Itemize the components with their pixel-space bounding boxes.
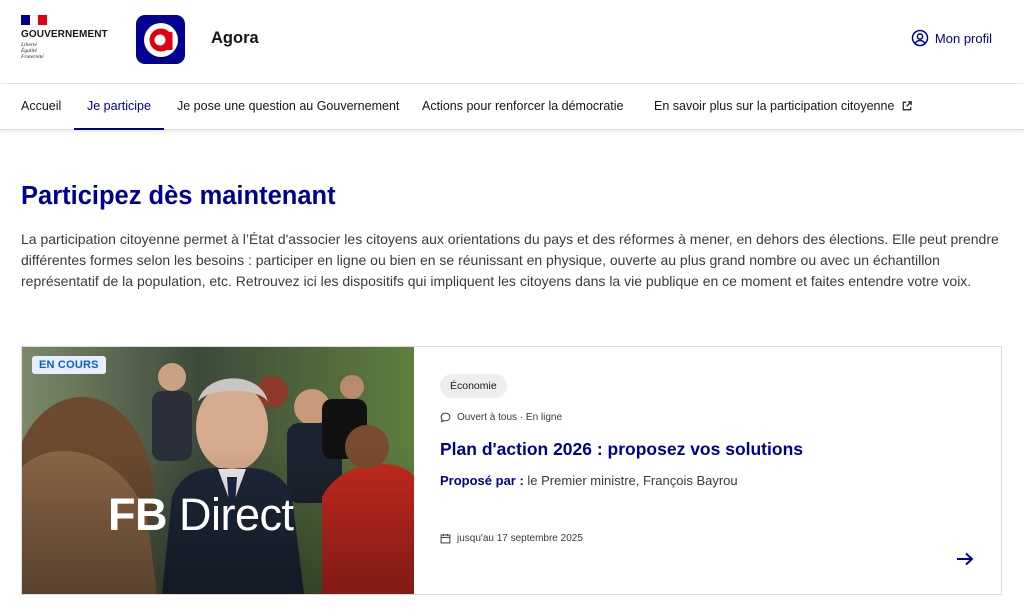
consultation-photo: EN COURS FB Direct	[22, 347, 414, 594]
proposer-value: le Premier ministre, François Bayrou	[523, 473, 738, 488]
intro-paragraph: La participation citoyenne permet à l’Ét…	[21, 231, 999, 289]
nav-item-actions-democratie[interactable]: Actions pour renforcer la démocratie	[422, 84, 623, 130]
main-navigation: Accueil Je participe Je pose une questio…	[0, 84, 1024, 130]
government-logo[interactable]: GOUVERNEMENT Liberté Égalité Fraternité	[21, 15, 116, 67]
consultation-card[interactable]: EN COURS FB Direct Économie Ouvert à tou…	[21, 346, 1002, 595]
french-flag-icon	[21, 15, 48, 25]
profile-label: Mon profil	[934, 30, 992, 46]
arrow-right-icon[interactable]	[955, 551, 975, 567]
card-body: Économie Ouvert à tous · En ligne Plan d…	[414, 347, 1001, 594]
speech-bubble-icon	[440, 412, 451, 423]
nav-item-je-participe[interactable]: Je participe	[74, 84, 164, 130]
nav-item-en-savoir-plus[interactable]: En savoir plus sur la participation cito…	[654, 84, 912, 130]
participation-meta: Ouvert à tous · En ligne	[440, 412, 562, 423]
nav-item-question-gouvernement[interactable]: Je pose une question au Gouvernement	[177, 84, 399, 130]
page-title: Participez dès maintenant	[21, 182, 336, 210]
user-circle-icon	[911, 29, 929, 47]
nav-item-en-savoir-plus-label: En savoir plus sur la participation cito…	[654, 99, 895, 113]
participation-meta-label: Ouvert à tous · En ligne	[457, 412, 563, 423]
site-header: GOUVERNEMENT Liberté Égalité Fraternité …	[0, 0, 1024, 84]
calendar-icon	[440, 533, 451, 544]
image-caption: FB Direct	[108, 489, 294, 540]
consultation-title-link[interactable]: Plan d'action 2026 : proposez vos soluti…	[440, 439, 803, 460]
profile-link[interactable]: Mon profil	[911, 29, 992, 47]
deadline: jusqu'au 17 septembre 2025	[440, 533, 583, 544]
deadline-label: jusqu'au 17 septembre 2025	[457, 533, 583, 544]
status-badge: EN COURS	[32, 356, 106, 374]
theme-tag[interactable]: Économie	[440, 374, 507, 398]
proposer-label: Proposé par :	[440, 473, 524, 488]
nav-item-accueil[interactable]: Accueil	[21, 84, 61, 130]
government-title: GOUVERNEMENT	[21, 29, 108, 40]
app-name[interactable]: Agora	[211, 29, 259, 48]
proposer-line: Proposé par : le Premier ministre, Franç…	[440, 473, 738, 488]
government-motto: Liberté Égalité Fraternité	[21, 42, 44, 61]
agora-logo-icon[interactable]	[136, 15, 185, 64]
external-link-icon	[902, 101, 912, 111]
